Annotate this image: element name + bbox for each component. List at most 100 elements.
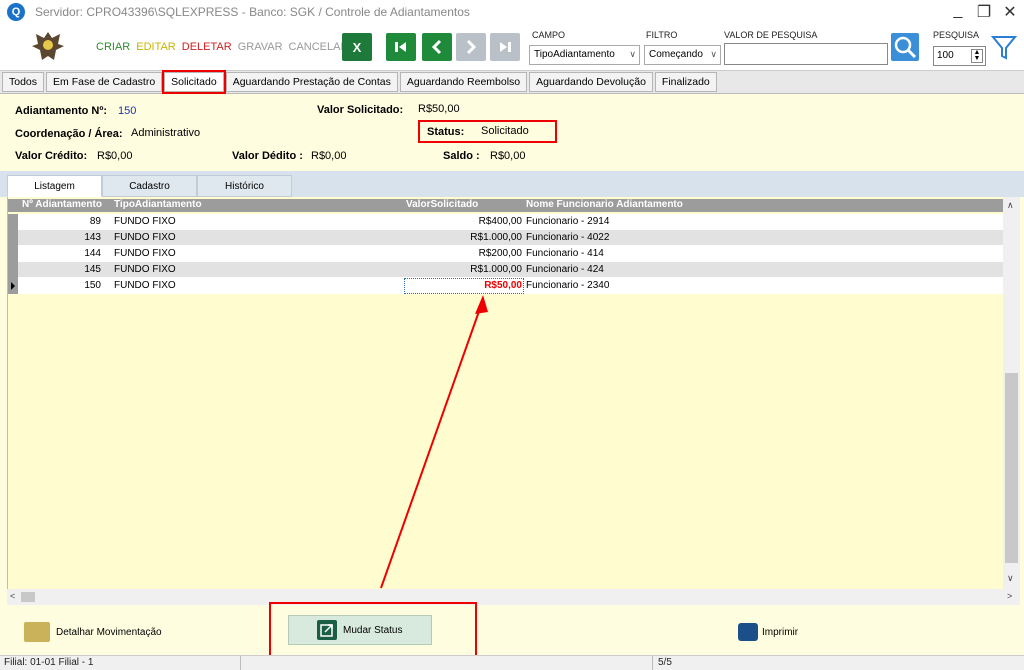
tab-em-fase-de-cadastro[interactable]: Em Fase de Cadastro [46,72,163,92]
toolbar: CRIAR EDITAR DELETAR GRAVAR CANCELAR X C… [0,24,1024,70]
last-record-icon[interactable] [490,33,520,61]
tab-finalizado[interactable]: Finalizado [654,72,717,92]
next-record-icon[interactable] [456,33,486,61]
tab-aguardando-devolucao[interactable]: Aguardando Devolução [529,72,653,92]
valor-solicitado-value: R$50,00 [418,103,460,115]
window-title: Servidor: CPRO43396\SQLEXPRESS - Banco: … [35,5,470,19]
scroll-right-icon[interactable]: > [1007,591,1012,601]
crest-logo-icon [32,32,64,60]
row-selector[interactable] [8,246,18,262]
column-header-valor[interactable]: ValorSolicitado [406,199,478,210]
cell-nome: Funcionario - 4022 [526,232,610,243]
gravar-button[interactable]: GRAVAR [238,41,283,53]
imprimir-label: Imprimir [762,626,799,638]
cell-valor: R$400,00 [478,216,522,227]
cell-nome: Funcionario - 414 [526,248,604,259]
horizontal-scrollbar[interactable]: < > [7,589,1020,605]
cell-valor: R$1.000,00 [470,264,522,275]
scroll-down-icon[interactable]: ∨ [1007,573,1014,584]
current-row-arrow-icon [11,282,15,290]
spin-arrows-icon[interactable]: ▲ ▼ [971,49,983,63]
grid-header: Nº Adiantamento TipoAdiantamento ValorSo… [8,199,1004,212]
table-row[interactable]: 144 FUNDO FIXO R$200,00 Funcionario - 41… [8,246,1004,262]
cell-valor[interactable]: R$50,00 [484,280,522,291]
tab-aguardando-prestacao-de-contas[interactable]: Aguardando Prestação de Contas [225,72,398,92]
adiantamento-info-panel: Adiantamento Nº: 150 Valor Solicitado: R… [0,95,1024,171]
scroll-left-icon[interactable]: < [10,591,15,601]
cell-nome: Funcionario - 424 [526,264,604,275]
cell-valor: R$200,00 [478,248,522,259]
cell-num: 145 [84,264,101,275]
cell-tipo: FUNDO FIXO [114,232,176,243]
valor-solicitado-label: Valor Solicitado: [317,104,404,116]
vertical-scroll-thumb[interactable] [1005,373,1018,563]
row-selector[interactable] [8,214,18,230]
filtro-label: FILTRO [646,30,678,40]
row-selector[interactable] [8,262,18,278]
close-button[interactable]: ✕ [1002,2,1018,22]
vertical-scrollbar[interactable]: ∧ ∨ [1003,197,1020,589]
app-logo-icon: Q [7,3,25,21]
bottom-action-bar: Detalhar Movimentação Mudar Status Impri… [0,605,1024,655]
status-highlight-box [418,120,557,143]
first-record-icon[interactable] [386,33,416,61]
status-tabs: Todos Em Fase de Cadastro Solicitado Agu… [0,70,1024,94]
sub-tabs: Listagem Cadastro Histórico [0,171,1024,197]
cell-tipo: FUNDO FIXO [114,248,176,259]
valor-debito-label: Valor Dédito : [232,150,303,162]
row-selector[interactable] [8,230,18,246]
row-selector[interactable] [8,278,18,294]
cancelar-button[interactable]: CANCELAR [289,41,349,53]
cell-num: 89 [89,216,101,227]
table-row-selected[interactable]: 150 FUNDO FIXO R$50,00 Funcionario - 234… [8,278,1004,294]
filial-status: Filial: 01-01 Filial - 1 [4,657,94,668]
cell-num: 150 [84,280,101,291]
minimize-button[interactable]: _ [950,2,966,22]
imprimir-button[interactable]: Imprimir [738,623,798,641]
status-divider [240,656,241,670]
tab-solicitado[interactable]: Solicitado [162,70,226,94]
valor-credito-value: R$0,00 [97,150,133,162]
cell-tipo: FUNDO FIXO [114,280,176,291]
filtro-value: Começando [649,49,703,60]
pesquisa-stepper[interactable]: 100 ▲ ▼ [933,46,986,66]
table-row[interactable]: 143 FUNDO FIXO R$1.000,00 Funcionario - … [8,230,1004,246]
valor-pesquisa-label: VALOR DE PESQUISA [724,30,818,40]
excel-export-icon[interactable]: X [342,33,372,61]
chevron-down-icon: ∨ [710,49,717,59]
valor-pesquisa-input[interactable] [724,43,888,65]
editar-button[interactable]: EDITAR [136,41,176,53]
saldo-label: Saldo : [443,150,480,162]
tab-todos[interactable]: Todos [2,72,45,92]
campo-value: TipoAdiantamento [534,49,615,60]
campo-select[interactable]: TipoAdiantamento ∨ [529,45,640,65]
tab-listagem[interactable]: Listagem [7,175,102,197]
campo-label: CAMPO [532,30,566,40]
column-header-tipo[interactable]: TipoAdiantamento [114,199,202,210]
valor-credito-label: Valor Crédito: [15,150,88,162]
horizontal-scroll-thumb[interactable] [21,592,35,602]
column-header-num[interactable]: Nº Adiantamento [22,199,102,210]
table-row[interactable]: 145 FUNDO FIXO R$1.000,00 Funcionario - … [8,262,1004,278]
filtro-select[interactable]: Começando ∨ [644,45,721,65]
scroll-up-icon[interactable]: ∧ [1007,200,1014,211]
column-header-nome[interactable]: Nome Funcionario Adiantamento [526,199,683,210]
table-row[interactable]: 89 FUNDO FIXO R$400,00 Funcionario - 291… [8,214,1004,230]
cell-valor: R$1.000,00 [470,232,522,243]
filter-icon[interactable] [990,32,1018,62]
criar-button[interactable]: CRIAR [96,41,130,53]
restore-button[interactable]: ❐ [976,2,992,22]
chevron-down-icon: ∨ [629,49,636,59]
deletar-button[interactable]: DELETAR [182,41,232,53]
adiantamento-label: Adiantamento Nº: [15,105,108,117]
printer-icon [738,623,758,641]
tab-historico[interactable]: Histórico [197,175,292,197]
pesquisa-value: 100 [937,50,954,61]
tab-cadastro[interactable]: Cadastro [102,175,197,197]
tab-aguardando-reembolso[interactable]: Aguardando Reembolso [399,72,528,92]
cell-nome: Funcionario - 2914 [526,216,610,227]
search-icon[interactable] [891,33,919,61]
previous-record-icon[interactable] [422,33,452,61]
detalhar-movimentacao-button[interactable]: Detalhar Movimentação [24,622,162,642]
cell-nome: Funcionario - 2340 [526,280,610,291]
